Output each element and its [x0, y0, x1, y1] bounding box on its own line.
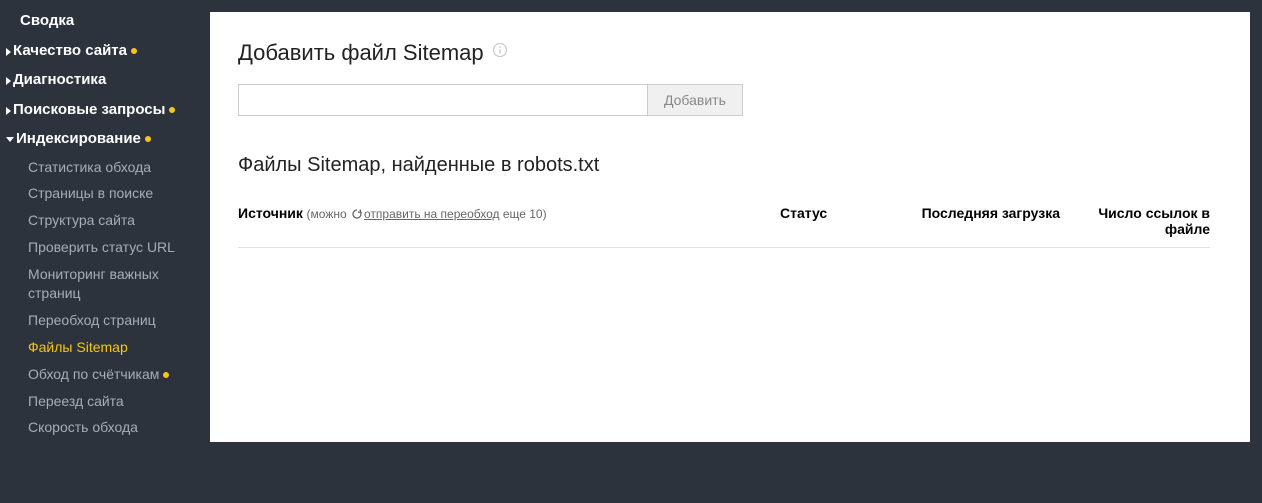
subnav-label: Обход по счётчикам [28, 366, 159, 382]
col-source-label: Источник [238, 205, 303, 221]
add-sitemap-form: Добавить [238, 84, 1210, 116]
subnav-crawl-stats[interactable]: Статистика обхода [22, 154, 210, 181]
chevron-right-icon [6, 77, 11, 85]
source-meta: (можно отправить на переобход еще 10) [307, 207, 547, 221]
chevron-right-icon [6, 48, 11, 56]
subnav-monitoring[interactable]: Мониторинг важных страниц [22, 261, 210, 307]
status-dot-icon [131, 48, 137, 54]
col-count: Число ссылок в файле [1060, 205, 1210, 237]
sitemap-url-input[interactable] [238, 84, 648, 116]
chevron-right-icon [6, 107, 11, 115]
subnav-crawl-speed[interactable]: Скорость обхода [22, 414, 210, 441]
chevron-down-icon [6, 137, 14, 142]
subnav-check-url[interactable]: Проверить статус URL [22, 234, 210, 261]
sidebar: Сводка Качество сайта Диагностика Поиско… [0, 0, 210, 503]
add-button[interactable]: Добавить [647, 84, 743, 116]
subnav-pages-search[interactable]: Страницы в поиске [22, 180, 210, 207]
status-dot-icon [145, 136, 151, 142]
info-icon[interactable] [492, 42, 508, 58]
col-date: Последняя загрузка [920, 205, 1060, 237]
nav-label: Диагностика [13, 70, 106, 90]
col-status: Статус [780, 205, 920, 237]
status-dot-icon [169, 107, 175, 113]
heading-text: Добавить файл Sitemap [238, 40, 484, 65]
subnav-site-structure[interactable]: Структура сайта [22, 207, 210, 234]
nav-queries[interactable]: Поисковые запросы [0, 95, 210, 125]
main-content: Добавить файл Sitemap Добавить Файлы Sit… [210, 12, 1250, 442]
subnav-moving[interactable]: Переезд сайта [22, 388, 210, 415]
nav-indexing[interactable]: Индексирование [0, 124, 210, 154]
main-wrap: Добавить файл Sitemap Добавить Файлы Sit… [210, 0, 1262, 503]
table-header: Источник (можно отправить на переобход е… [238, 205, 1210, 248]
subnav-indexing: Статистика обхода Страницы в поиске Стру… [0, 154, 210, 442]
add-sitemap-heading: Добавить файл Sitemap [238, 40, 1210, 66]
meta-suffix: еще 10) [500, 207, 547, 221]
nav-label: Поисковые запросы [13, 101, 165, 118]
nav-label: Качество сайта [13, 42, 127, 59]
subnav-sitemaps[interactable]: Файлы Sitemap [22, 334, 210, 361]
nav-label: Сводка [20, 11, 74, 31]
col-source: Источник (можно отправить на переобход е… [238, 205, 780, 237]
nav-quality[interactable]: Качество сайта [0, 36, 210, 66]
nav-diagnostics[interactable]: Диагностика [0, 65, 210, 95]
refresh-icon [351, 208, 363, 220]
recrawl-link[interactable]: отправить на переобход [364, 207, 500, 221]
status-dot-icon [163, 372, 169, 378]
robots-sitemaps-heading: Файлы Sitemap, найденные в robots.txt [238, 154, 1210, 177]
subnav-counters[interactable]: Обход по счётчикам [22, 361, 210, 388]
nav-label: Индексирование [16, 130, 141, 147]
subnav-recrawl[interactable]: Переобход страниц [22, 307, 210, 334]
nav-summary[interactable]: Сводка [0, 6, 210, 36]
meta-prefix: (можно [307, 207, 350, 221]
